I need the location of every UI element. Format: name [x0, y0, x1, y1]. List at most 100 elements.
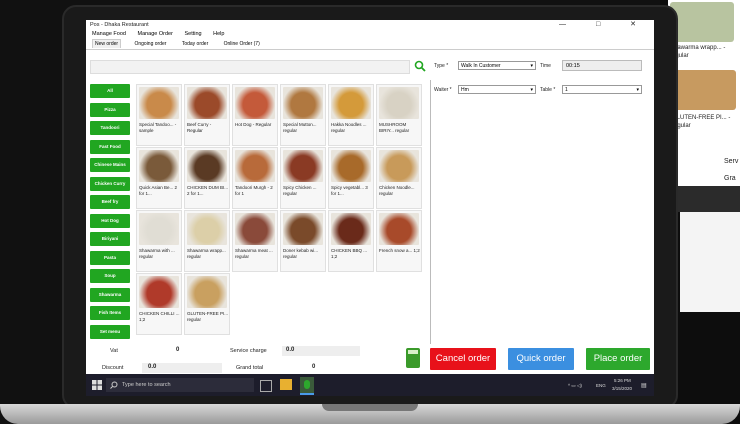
title-bar: Pos - Dhaka Restaurant — □ ✕	[86, 20, 654, 30]
laptop-notch	[322, 404, 418, 411]
food-item-card[interactable]: Tandoori Murgh - 2 for 1	[232, 147, 278, 209]
food-item-card[interactable]: Shawarma wrapp... regular	[184, 210, 230, 272]
clock-time[interactable]: 5:26 PM	[614, 378, 631, 383]
type-label: Type *	[434, 63, 449, 69]
quick-order-button[interactable]: Quick order	[508, 348, 574, 370]
food-image	[283, 213, 323, 245]
category-button[interactable]: Beef fry	[90, 195, 130, 209]
bg-item-label-1: Shawarma wrapp... - regular	[670, 45, 726, 59]
category-button[interactable]: Set menu	[90, 324, 130, 339]
clock-date[interactable]: 3/15/2020	[612, 386, 632, 391]
category-button[interactable]: Fish Items	[90, 306, 130, 320]
category-button[interactable]: Tandoori	[90, 121, 130, 135]
background-panel	[680, 212, 740, 312]
food-item-card[interactable]: GLUTEN-FREE PI... regular	[184, 273, 230, 335]
grand-total-value: 0	[312, 364, 316, 370]
calculator-icon[interactable]	[406, 348, 420, 368]
type-select[interactable]: Walk In Customer ▾	[458, 61, 536, 70]
notification-icon[interactable]: ▤	[641, 382, 647, 389]
food-item-label: Doner kebab wi... regular	[283, 248, 319, 259]
category-button[interactable]: Soup	[90, 269, 130, 283]
window-controls: — □ ✕	[559, 20, 650, 30]
file-explorer-icon[interactable]	[280, 379, 292, 390]
chevron-down-icon: ▾	[636, 87, 639, 93]
table-label: Table *	[540, 87, 556, 93]
taskbar-search-input[interactable]: Type here to search	[106, 378, 254, 392]
minimize-button[interactable]: —	[559, 21, 580, 28]
food-item-card[interactable]: Shawarma meat ... regular	[232, 210, 278, 272]
cancel-order-button[interactable]: Cancel order	[430, 348, 496, 370]
table-select[interactable]: 1 ▾	[562, 85, 642, 94]
category-button[interactable]: Biriyani	[90, 232, 130, 246]
waiter-select[interactable]: Hm ▾	[458, 85, 536, 94]
bg-thumb-2	[672, 70, 736, 110]
close-button[interactable]: ✕	[630, 21, 650, 28]
food-item-card[interactable]: Chicken Noodle... regular	[376, 147, 422, 209]
food-item-card[interactable]: Special Mutton... regular	[280, 84, 326, 146]
tab-new-order[interactable]: New order	[92, 39, 122, 48]
place-order-button[interactable]: Place order	[586, 348, 650, 370]
food-item-card[interactable]: Beef Curry - Regular	[184, 84, 230, 146]
menu-setting[interactable]: Setting	[184, 31, 201, 37]
menu-help[interactable]: Help	[213, 31, 224, 37]
menu-manage-food[interactable]: Manage Food	[92, 31, 126, 37]
type-value: Walk In Customer	[461, 63, 501, 69]
food-item-label: Special Tandoo... -sample	[139, 122, 177, 133]
food-item-card[interactable]: Spicy vegetabl... 3 for 1...	[328, 147, 374, 209]
food-item-label: Spicy Chicken ... regular	[283, 185, 317, 196]
food-image	[139, 87, 179, 119]
food-image	[187, 276, 227, 308]
food-item-card[interactable]: Hakka Noodles ... regular	[328, 84, 374, 146]
food-item-label: Hakka Noodles ... regular	[331, 122, 367, 133]
language-indicator[interactable]: ENG	[596, 383, 606, 388]
food-image	[187, 87, 227, 119]
food-item-card[interactable]: Doner kebab wi... regular	[280, 210, 326, 272]
food-image	[331, 213, 371, 245]
tray-icons[interactable]: ^ ▭ ◁)	[568, 383, 582, 389]
food-item-card[interactable]: French snow a... 1;2	[376, 210, 422, 272]
food-item-label: Special Mutton... regular	[283, 122, 317, 133]
food-image	[139, 276, 179, 308]
category-button[interactable]: Pasta	[90, 250, 130, 265]
food-image	[331, 150, 371, 182]
category-button[interactable]: Pizza	[90, 102, 130, 117]
time-value: 00:15	[566, 63, 580, 69]
time-field[interactable]: 00:15	[562, 60, 642, 71]
app-title: Pos - Dhaka Restaurant	[90, 22, 149, 28]
time-label: Time	[540, 63, 551, 69]
tab-today-order[interactable]: Today order	[180, 40, 210, 48]
tab-online-order[interactable]: Online Order (7)	[222, 40, 262, 48]
task-view-icon[interactable]	[260, 380, 272, 392]
food-item-card[interactable]: CHICKEN DUM BI... 2 for 1...	[184, 147, 230, 209]
maximize-button[interactable]: □	[596, 21, 614, 28]
tab-ongoing-order[interactable]: Ongoing order	[132, 40, 168, 48]
category-button[interactable]: Fast Food	[90, 139, 130, 154]
food-item-card[interactable]: MUSHROOM BIRIY... regular	[376, 84, 422, 146]
food-item-card[interactable]: Quick Asian Be... 2 for 1...	[136, 147, 182, 209]
food-image	[139, 213, 179, 245]
menu-manage-order[interactable]: Manage Order	[137, 31, 172, 37]
food-item-card[interactable]: CHICKEN CHILLI ... 1;2	[136, 273, 182, 335]
bg-thumb-1	[670, 2, 734, 42]
category-button[interactable]: Chicken Curry	[90, 176, 130, 191]
food-item-label: Shawarma wrapp... regular	[187, 248, 226, 259]
food-item-label: Beef Curry - Regular	[187, 122, 212, 133]
food-item-card[interactable]: Spicy Chicken ... regular	[280, 147, 326, 209]
category-button[interactable]: Chinese Mains	[90, 158, 130, 172]
pos-app-taskbar-icon[interactable]	[300, 377, 314, 395]
category-button[interactable]: All	[90, 84, 130, 98]
taskbar-search-placeholder: Type here to search	[122, 382, 171, 388]
food-image	[139, 150, 179, 182]
food-item-label: Spicy vegetabl... 3 for 1...	[331, 185, 368, 196]
search-icon[interactable]	[414, 60, 426, 72]
food-item-card[interactable]: Hot Dog - Regular	[232, 84, 278, 146]
food-search-input[interactable]	[90, 60, 410, 74]
category-list: All Pizza Tandoori Fast Food Chinese Mains Ch…	[90, 84, 130, 343]
food-item-card[interactable]: Special Tandoo... -sample	[136, 84, 182, 146]
category-button[interactable]: Shawarma	[90, 287, 130, 302]
category-button[interactable]: Hot Dog	[90, 213, 130, 228]
discount-label: Discount	[102, 365, 124, 371]
windows-start-icon[interactable]	[92, 380, 102, 390]
food-item-card[interactable]: CHICKEN BBQ ... 1;2	[328, 210, 374, 272]
food-item-card[interactable]: Shawarma with ... regular	[136, 210, 182, 272]
